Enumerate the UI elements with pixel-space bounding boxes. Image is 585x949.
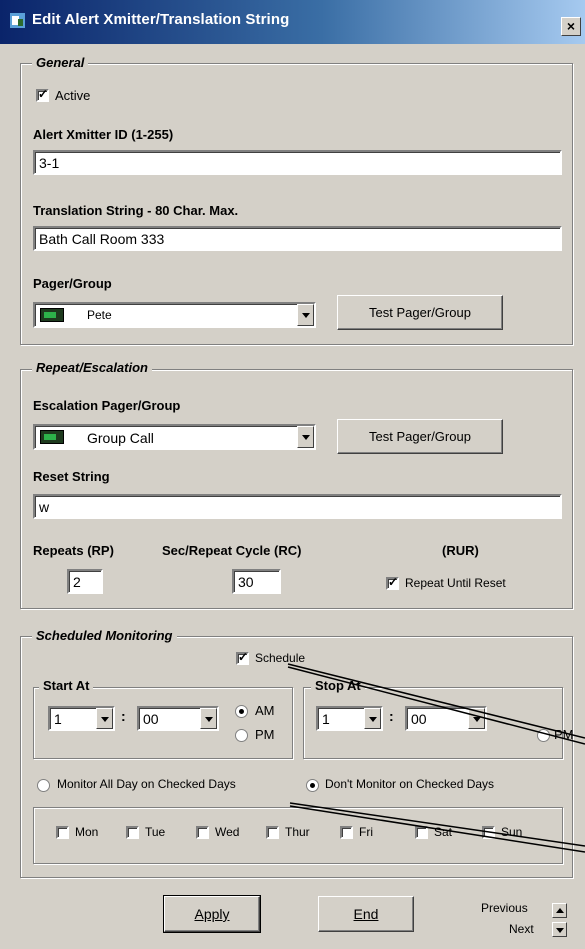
reset-input[interactable]: w [33, 494, 562, 519]
escalation-select[interactable]: Group Call [33, 424, 316, 450]
stop-at-legend: Stop At [311, 678, 365, 693]
apply-button[interactable]: Apply [163, 895, 261, 933]
escalation-label: Escalation Pager/Group [33, 398, 181, 413]
active-label: Active [55, 88, 91, 103]
xmitter-id-label: Alert Xmitter ID (1-255) [33, 127, 174, 142]
chevron-down-icon[interactable] [96, 708, 113, 729]
cycle-label: Sec/Repeat Cycle (RC) [162, 543, 302, 558]
xmitter-id-input[interactable]: 3-1 [33, 150, 562, 175]
day-mon-checkbox[interactable] [56, 826, 69, 839]
stop-pm-radio[interactable] [537, 729, 550, 742]
start-hour-select[interactable]: 1 [48, 706, 115, 731]
title-bar[interactable]: Edit Alert Xmitter/Translation String × [0, 0, 585, 44]
stop-minute-select[interactable]: 00 [405, 706, 487, 731]
day-tue-checkbox[interactable] [126, 826, 139, 839]
repeat-legend: Repeat/Escalation [32, 360, 152, 375]
schedule-label: Schedule [255, 651, 306, 665]
apply-label: Apply [194, 906, 230, 922]
previous-arrow-icon[interactable] [552, 903, 567, 918]
dont-monitor-radio[interactable] [306, 779, 319, 792]
next-arrow-icon[interactable] [552, 922, 567, 937]
cycle-input[interactable]: 30 [232, 569, 281, 594]
start-minute-value: 00 [143, 711, 159, 727]
chevron-down-icon[interactable] [364, 708, 381, 729]
day-sun-label: Sun [501, 825, 523, 839]
pager-select[interactable]: Pete [33, 302, 316, 328]
pager-icon [40, 308, 64, 322]
day-sat-label: Sat [434, 825, 453, 839]
repeat-until-reset-label: Repeat Until Reset [405, 576, 506, 590]
rur-label: (RUR) [442, 543, 479, 558]
stop-pm-label: PM [554, 727, 574, 742]
start-pm-radio[interactable] [235, 729, 248, 742]
start-am-label: AM [255, 703, 275, 718]
start-at-legend: Start At [39, 678, 94, 693]
chevron-down-icon[interactable] [297, 426, 314, 448]
active-checkbox[interactable] [36, 87, 49, 102]
day-wed-checkbox[interactable] [196, 826, 209, 839]
close-button[interactable]: × [561, 17, 581, 36]
day-thur-checkbox[interactable] [266, 826, 279, 839]
stop-minute-value: 00 [411, 711, 427, 727]
pager-value: Pete [87, 308, 112, 322]
schedule-checkbox[interactable] [236, 650, 249, 665]
start-hour-value: 1 [54, 711, 62, 727]
general-legend: General [32, 55, 89, 70]
escalation-pager-icon [40, 430, 64, 444]
start-am-radio[interactable] [235, 705, 248, 718]
test-escalation-button[interactable]: Test Pager/Group [337, 419, 503, 454]
chevron-down-icon[interactable] [297, 304, 314, 326]
app-icon [10, 13, 25, 28]
monitor-all-label: Monitor All Day on Checked Days [57, 777, 236, 791]
day-fri-label: Fri [359, 825, 373, 839]
start-pm-label: PM [255, 727, 275, 742]
end-button[interactable]: End [318, 896, 414, 932]
day-sat-checkbox[interactable] [415, 826, 428, 839]
stop-hour-value: 1 [322, 711, 330, 727]
stop-colon: : [389, 708, 394, 724]
dont-monitor-label: Don't Monitor on Checked Days [325, 777, 495, 791]
day-wed-label: Wed [215, 825, 240, 839]
pager-label: Pager/Group [33, 276, 112, 291]
schedule-legend: Scheduled Monitoring [32, 628, 177, 643]
day-thur-label: Thur [285, 825, 310, 839]
reset-label: Reset String [33, 469, 110, 484]
monitor-all-radio[interactable] [37, 779, 50, 792]
chevron-down-icon[interactable] [200, 708, 217, 729]
dialog-window: Edit Alert Xmitter/Translation String × … [0, 0, 585, 949]
test-pager-button[interactable]: Test Pager/Group [337, 295, 503, 330]
next-label: Next [509, 922, 534, 936]
repeats-label: Repeats (RP) [33, 543, 114, 558]
repeat-until-reset-checkbox[interactable] [386, 575, 399, 590]
translation-input[interactable]: Bath Call Room 333 [33, 226, 562, 251]
end-label: End [353, 906, 379, 922]
repeats-input[interactable]: 2 [67, 569, 103, 594]
escalation-value: Group Call [87, 430, 154, 446]
day-mon-label: Mon [75, 825, 99, 839]
day-sun-checkbox[interactable] [482, 826, 495, 839]
start-minute-select[interactable]: 00 [137, 706, 219, 731]
window-title: Edit Alert Xmitter/Translation String [32, 11, 290, 28]
day-tue-label: Tue [145, 825, 166, 839]
stop-hour-select[interactable]: 1 [316, 706, 383, 731]
chevron-down-icon[interactable] [468, 708, 485, 729]
previous-label: Previous [481, 901, 528, 915]
start-colon: : [121, 708, 126, 724]
translation-label: Translation String - 80 Char. Max. [33, 203, 239, 218]
day-fri-checkbox[interactable] [340, 826, 353, 839]
